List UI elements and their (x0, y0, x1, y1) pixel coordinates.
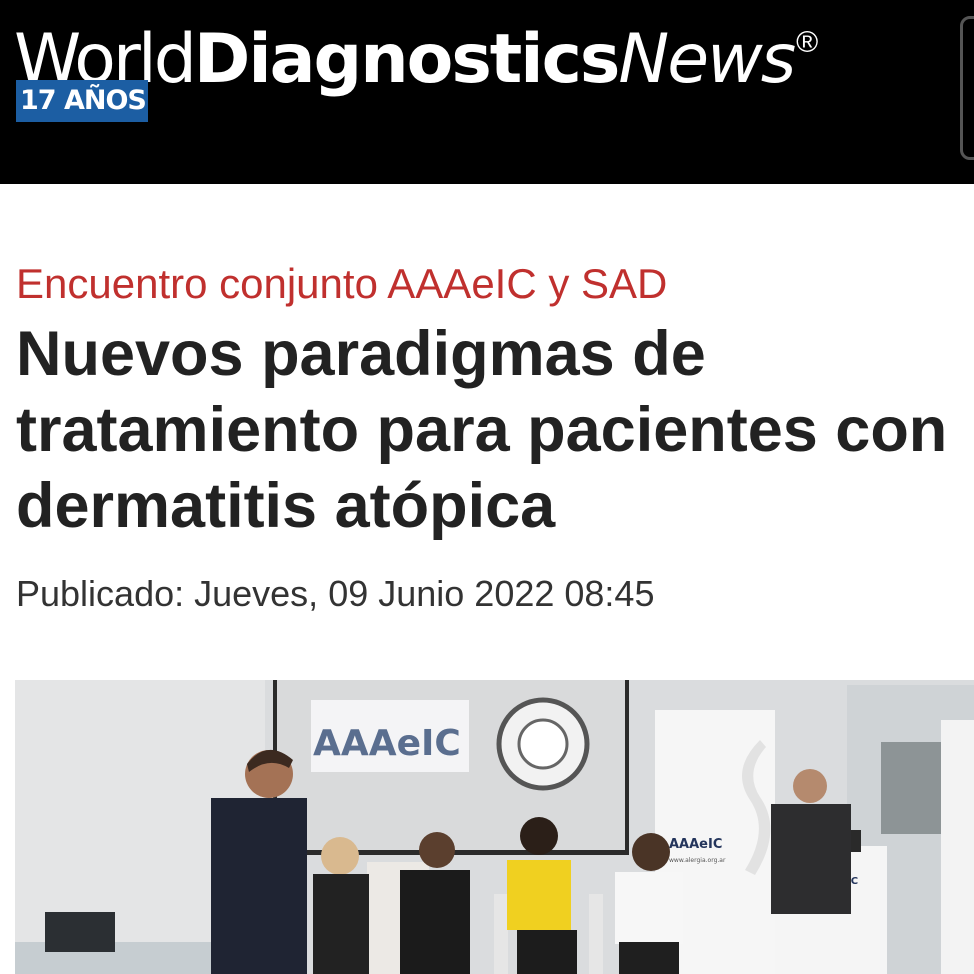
article-photo: AAAeIC AAAeIC www.alergia.org.ar AAAeIC (15, 680, 974, 974)
article-headline: Nuevos paradigmas de tratamiento para pa… (16, 319, 948, 541)
event-photo-illustration: AAAeIC AAAeIC www.alergia.org.ar AAAeIC (15, 680, 974, 974)
banner-url-text: www.alergia.org.ar (669, 857, 726, 864)
article-kicker[interactable]: Encuentro conjunto AAAeIC y SAD (16, 258, 667, 310)
logo-news: News (618, 20, 796, 99)
publish-date: Publicado: Jueves, 09 Junio 2022 08:45 (16, 573, 655, 614)
anniversary-badge: 17 AÑOS (16, 80, 148, 122)
menu-button[interactable] (960, 16, 974, 160)
site-header: WorldDiagnosticsNews® 17 AÑOS (0, 0, 974, 184)
banner-logo-text: AAAeIC (669, 837, 722, 852)
logo-registered-mark: ® (796, 26, 819, 59)
screen-logo-text: AAAeIC (313, 723, 461, 764)
logo-diagnostics: Diagnostics (193, 20, 621, 99)
